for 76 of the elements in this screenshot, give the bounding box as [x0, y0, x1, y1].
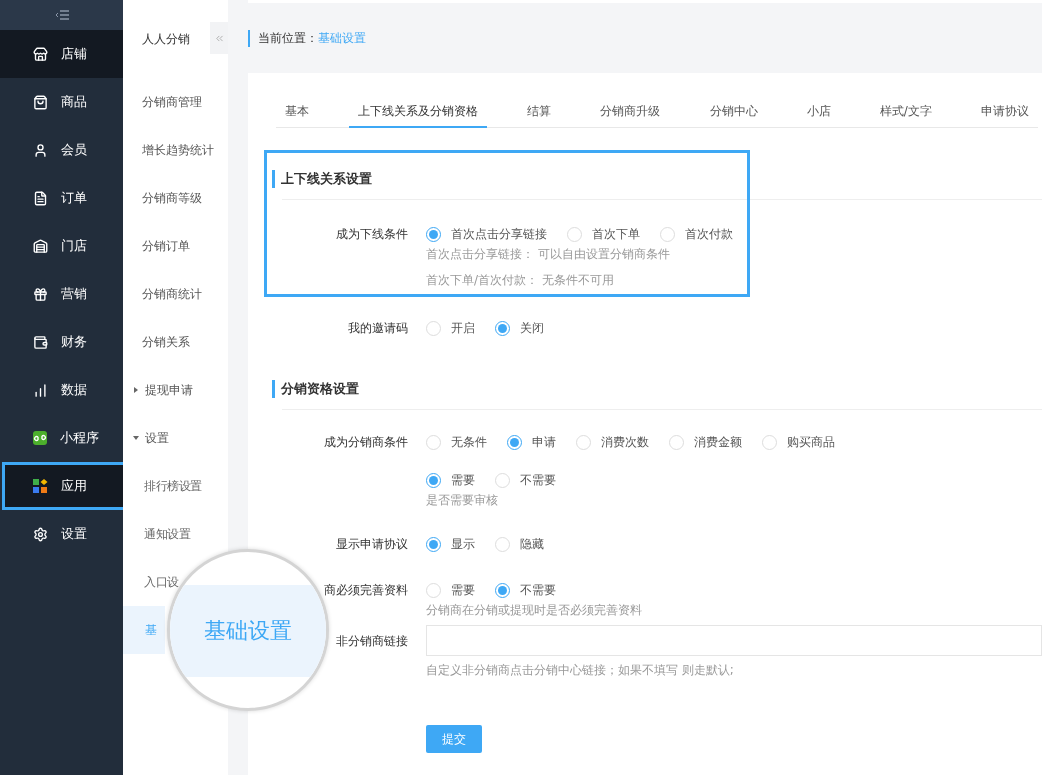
field-label: 显示申请协议: [336, 536, 408, 553]
hint-text: 自定义非分销商点击分销中心链接；如果不填写 则走默认;: [426, 662, 735, 678]
submenu-item[interactable]: 提现申请: [133, 382, 193, 398]
sidebar-item[interactable]: 店铺: [0, 30, 123, 78]
store-icon: [33, 46, 48, 62]
user-icon: [33, 142, 48, 158]
option-label: 申请: [532, 433, 556, 451]
hint-text: 首次点击分享链接： 可以自由设置分销商条件: [426, 246, 671, 262]
option-label: 需要: [451, 581, 475, 599]
document-icon: [33, 190, 48, 206]
tab[interactable]: 分销商升级: [591, 96, 670, 128]
caret-down-icon: [133, 435, 139, 441]
sidebar-item[interactable]: 订单: [0, 174, 123, 222]
hint-text: 分销商在分销或提现时是否必须完善资料: [426, 602, 643, 618]
option-label: 购买商品: [787, 433, 835, 451]
collapse-button[interactable]: [210, 22, 228, 54]
tab[interactable]: 样式/文字: [870, 96, 941, 128]
sidebar-item[interactable]: 商品: [0, 78, 123, 126]
option-label: 首次下单: [592, 225, 640, 243]
sidebar-item[interactable]: 设置: [0, 510, 123, 558]
option-label: 不需要: [520, 471, 556, 489]
option-label: 关闭: [520, 319, 544, 337]
tab[interactable]: 结算: [518, 96, 561, 128]
hint-text: 是否需要审核: [426, 492, 499, 508]
field-label: 非分销商链接: [336, 633, 408, 650]
sidebar-item[interactable]: 数据: [0, 366, 123, 414]
wallet-icon: [33, 334, 48, 350]
field-label: 我的邀请码: [348, 320, 408, 337]
option-label: 需要: [451, 471, 475, 489]
gift-icon: [33, 286, 48, 302]
option-label: 消费金额: [694, 433, 742, 451]
submenu-item[interactable]: 入口设: [144, 574, 179, 590]
tab[interactable]: 分销中心: [700, 96, 767, 128]
submenu-item[interactable]: 分销关系: [142, 334, 190, 350]
submenu-item[interactable]: 设置: [133, 430, 169, 446]
submenu-item[interactable]: 增长趋势统计: [142, 142, 214, 158]
apps-icon: [33, 478, 48, 494]
option-label: 无条件: [451, 433, 487, 451]
shop-icon: [33, 238, 48, 254]
submenu-item[interactable]: 分销商管理: [142, 94, 202, 110]
option-label: 消费次数: [601, 433, 649, 451]
collapse-menu-icon[interactable]: [54, 10, 69, 20]
option-label: 首次点击分享链接: [451, 225, 547, 243]
sidebar-item[interactable]: 财务: [0, 318, 123, 366]
caret-right-icon: [133, 387, 139, 393]
sidebar-item[interactable]: 会员: [0, 126, 123, 174]
hint-text: 首次下单/首次付款： 无条件不可用: [426, 272, 615, 288]
input-field[interactable]: [426, 625, 1042, 656]
submenu-title: 人人分销: [141, 30, 191, 48]
option-label: 显示: [451, 535, 475, 553]
option-label: 不需要: [520, 581, 556, 599]
sidebar-item[interactable]: 营销: [0, 270, 123, 318]
field-label: 商必须完善资料: [324, 582, 408, 599]
tab[interactable]: 上下线关系及分销资格: [349, 96, 488, 128]
submenu-item[interactable]: 分销订单: [142, 238, 190, 254]
settings-icon: [33, 526, 48, 542]
field-label: 成为分销商条件: [324, 434, 408, 451]
submenu-item[interactable]: 通知设置: [144, 526, 190, 542]
tab[interactable]: 申请协议: [971, 96, 1038, 128]
option-label: 首次付款: [685, 225, 733, 243]
section-title: 分销资格设置: [272, 379, 359, 398]
breadcrumb: 当前位置：基础设置: [248, 29, 366, 47]
bar-chart-icon: [33, 382, 48, 398]
submenu-item[interactable]: 分销商统计: [142, 286, 202, 302]
sidebar-item[interactable]: 小程序: [0, 414, 123, 462]
field-label: 成为下线条件: [336, 226, 408, 243]
option-label: 开启: [451, 319, 475, 337]
bag-icon: [33, 94, 48, 110]
submenu-item[interactable]: 排行榜设置: [144, 478, 202, 494]
tab[interactable]: 小店: [797, 96, 840, 128]
submenu-item[interactable]: 分销商等级: [142, 190, 202, 206]
magnified-text: 基础设置: [204, 617, 292, 645]
tab[interactable]: 基本: [276, 96, 318, 128]
sidebar-item[interactable]: 门店: [0, 222, 123, 270]
option-label: 隐藏: [520, 535, 544, 553]
section-title: 上下线关系设置: [272, 169, 372, 188]
